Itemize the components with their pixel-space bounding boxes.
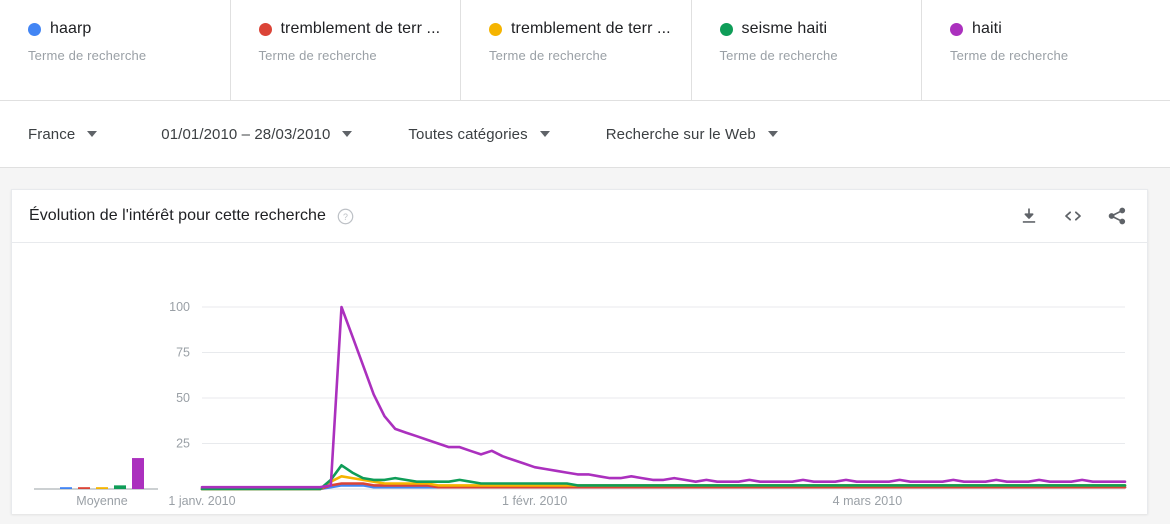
average-bar-0 (60, 487, 72, 489)
embed-code-icon[interactable] (1063, 206, 1083, 226)
filter-date-range-label: 01/01/2010 – 28/03/2010 (161, 125, 331, 143)
help-circle-icon[interactable]: ? (337, 208, 354, 225)
y-axis-tick-label: 50 (176, 391, 190, 405)
term-label: tremblement de terr ... (511, 20, 671, 37)
term-label: haarp (50, 20, 92, 37)
term-card-1[interactable]: tremblement de terr ... Terme de recherc… (230, 0, 461, 100)
average-bar-1 (78, 487, 90, 489)
term-subtitle: Terme de recherche (950, 48, 1069, 63)
filter-region[interactable]: France (28, 125, 98, 143)
svg-text:?: ? (343, 211, 348, 221)
interest-over-time-card: Évolution de l'intérêt pour cette recher… (11, 189, 1148, 514)
average-bar-3 (114, 485, 126, 489)
term-label: haiti (972, 20, 1002, 37)
filter-region-label: France (28, 125, 76, 143)
term-color-dot (489, 22, 502, 36)
term-subtitle: Terme de recherche (258, 48, 377, 63)
average-bar-4 (132, 458, 144, 489)
chevron-down-icon (87, 131, 98, 137)
chart-card-header: Évolution de l'intérêt pour cette recher… (12, 190, 1147, 243)
x-axis-tick-label: 1 janv. 2010 (168, 494, 235, 508)
chart-actions (1019, 206, 1127, 226)
term-header: tremblement de terr ... (489, 18, 691, 40)
filter-search-type[interactable]: Recherche sur le Web (606, 126, 778, 143)
term-subtitle: Terme de recherche (719, 48, 838, 63)
share-icon[interactable] (1107, 206, 1127, 226)
term-color-dot (28, 22, 41, 36)
chart-plot-area[interactable]: 25 50 75 100 1 janv. 2010 1 févr. 2010 4 mars … (12, 243, 1147, 514)
term-subtitle: Terme de recherche (489, 48, 608, 63)
x-axis-tick-label: 1 févr. 2010 (502, 494, 567, 508)
x-axis-tick-label: 4 mars 2010 (833, 494, 903, 508)
page-title: Évolution de l'intérêt pour cette recher… (29, 207, 326, 224)
filter-category-label: Toutes catégories (408, 125, 528, 143)
term-subtitle: Terme de recherche (28, 48, 147, 63)
series-line-4 (200, 305, 1127, 489)
term-card-2[interactable]: tremblement de terr ... Terme de recherc… (461, 0, 692, 100)
y-axis-tick-label: 75 (176, 346, 190, 360)
filter-search-type-label: Recherche sur le Web (605, 125, 756, 143)
chevron-down-icon (342, 131, 353, 137)
download-icon[interactable] (1019, 206, 1039, 226)
term-header: haarp (28, 18, 230, 40)
chevron-down-icon (539, 131, 550, 137)
average-bar-2 (96, 487, 108, 489)
search-terms-strip: haarp Terme de recherche tremblement de … (0, 0, 1170, 101)
term-color-dot (258, 22, 272, 36)
trends-line-chart[interactable]: 25 50 75 100 1 janv. 2010 1 févr. 2010 4 mars … (12, 243, 1147, 514)
filter-date-range[interactable]: 01/01/2010 – 28/03/2010 (161, 125, 353, 143)
y-axis-tick-label: 100 (169, 300, 190, 314)
chart-card-wrapper: Évolution de l'intérêt pour cette recher… (0, 168, 1170, 514)
term-label: tremblement de terr ... (280, 20, 441, 37)
term-card-3[interactable]: seisme haiti Terme de recherche (691, 0, 922, 100)
average-label: Moyenne (76, 494, 127, 508)
term-label: seisme haiti (741, 20, 828, 37)
chevron-down-icon (767, 131, 778, 137)
term-card-4[interactable]: haiti Terme de recherche (922, 0, 1153, 100)
term-color-dot (719, 22, 733, 36)
filter-bar: France 01/01/2010 – 28/03/2010 Toutes ca… (0, 101, 1170, 168)
term-color-dot (950, 22, 963, 36)
filter-category[interactable]: Toutes catégories (408, 125, 550, 143)
term-header: tremblement de terr ... (258, 18, 461, 40)
y-axis-tick-label: 25 (176, 437, 190, 451)
term-header: seisme haiti (719, 18, 922, 40)
term-header: haiti (950, 18, 1153, 40)
term-card-0[interactable]: haarp Terme de recherche (0, 0, 231, 100)
